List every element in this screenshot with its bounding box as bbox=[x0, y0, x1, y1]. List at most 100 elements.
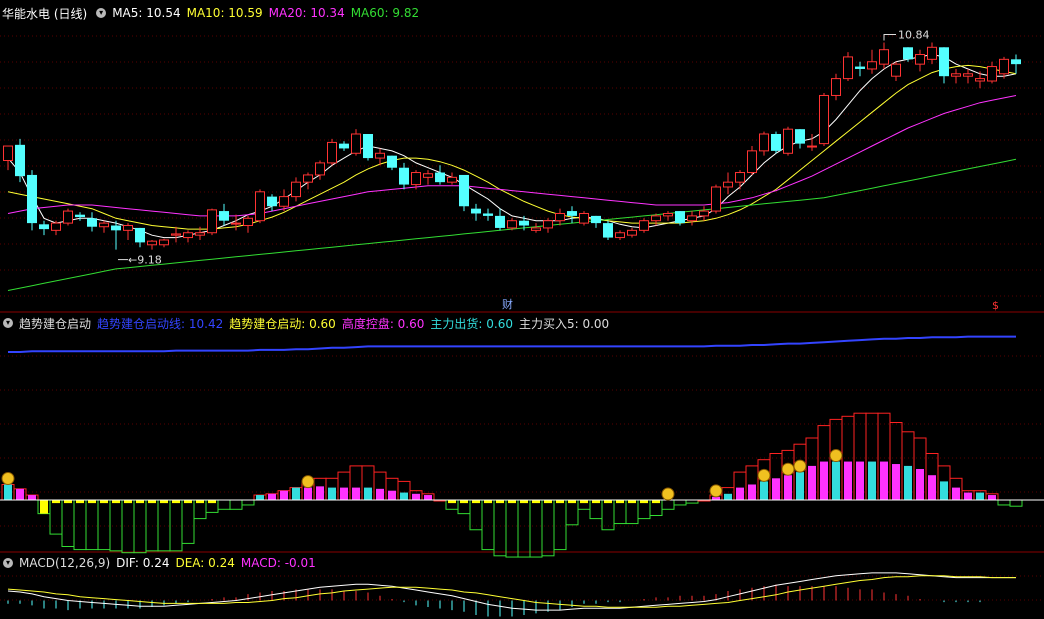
indicator-bar-down bbox=[109, 499, 123, 552]
money-bag-icon bbox=[793, 459, 807, 473]
candle-up bbox=[351, 133, 361, 154]
candle-up bbox=[207, 209, 217, 234]
candle-up bbox=[375, 152, 385, 159]
money-bag-icon bbox=[781, 462, 795, 476]
indicator-bar-down bbox=[553, 499, 567, 551]
indicator-bar-down bbox=[1009, 499, 1023, 507]
candle-up bbox=[579, 212, 589, 224]
candle-up bbox=[327, 141, 337, 164]
candle-up bbox=[159, 239, 169, 246]
candle-up bbox=[555, 212, 565, 222]
indicator-bar-down bbox=[157, 499, 171, 552]
money-bag-icon bbox=[661, 487, 675, 501]
candle-down bbox=[75, 214, 85, 218]
candle-up bbox=[843, 56, 853, 80]
candle-up bbox=[303, 174, 313, 183]
candle-up bbox=[879, 49, 889, 65]
candle-up bbox=[291, 181, 301, 198]
candle-down bbox=[903, 47, 913, 60]
candle-up bbox=[531, 227, 541, 231]
indicator-bar-down bbox=[493, 499, 507, 557]
indicator-fill-up bbox=[352, 487, 360, 500]
candle-up bbox=[147, 240, 157, 246]
indicator-fill-up bbox=[424, 495, 432, 500]
indicator-fill-up bbox=[304, 487, 312, 500]
candle-down bbox=[387, 155, 397, 168]
candle-up bbox=[663, 212, 673, 217]
indicator-fill-up bbox=[904, 465, 912, 500]
indicator-bar-down bbox=[85, 499, 99, 551]
candle-down bbox=[495, 215, 505, 228]
candle-down bbox=[471, 208, 481, 214]
candle-up bbox=[543, 220, 553, 229]
candle-up bbox=[723, 181, 733, 188]
high-price-label: 10.84 bbox=[898, 28, 930, 41]
candle-down bbox=[459, 174, 469, 207]
candle-down bbox=[855, 66, 865, 69]
indicator-fill-up bbox=[856, 461, 864, 500]
indicator-fill-down bbox=[40, 500, 48, 514]
candle-up bbox=[99, 222, 109, 228]
candle-up bbox=[627, 229, 637, 236]
indicator-bar-down bbox=[145, 499, 159, 552]
money-bag-icon bbox=[301, 475, 315, 489]
indicator-fill-up bbox=[292, 487, 300, 500]
indicator-bar-down bbox=[217, 499, 231, 510]
indicator-fill-up bbox=[808, 465, 816, 500]
indicator-bar-down bbox=[169, 499, 183, 552]
indicator-fill-up bbox=[976, 492, 984, 500]
candle-up bbox=[183, 232, 193, 239]
candle-up bbox=[999, 58, 1009, 75]
candle-up bbox=[3, 145, 13, 161]
indicator-bar-down bbox=[997, 499, 1011, 506]
indicator-fill-up bbox=[892, 464, 900, 500]
candle-up bbox=[123, 225, 133, 231]
candle-down bbox=[603, 223, 613, 238]
indicator-bar-down bbox=[61, 499, 75, 547]
candle-up bbox=[759, 133, 769, 152]
money-bag-icon bbox=[1, 472, 15, 485]
dividend-event-marker: $ bbox=[992, 299, 999, 312]
candle-down bbox=[339, 143, 349, 149]
indicator-fill-up bbox=[916, 469, 924, 500]
indicator-bar-down bbox=[529, 499, 543, 558]
candle-up bbox=[951, 73, 961, 77]
indicator-fill-up bbox=[724, 493, 732, 500]
candle-down bbox=[27, 174, 37, 224]
indicator-bar-down bbox=[673, 499, 687, 506]
money-bag-icon bbox=[829, 449, 843, 463]
indicator-bar-down bbox=[541, 499, 555, 557]
indicator-fill-up bbox=[964, 492, 972, 500]
low-price-label: ←9.18 bbox=[128, 254, 162, 267]
indicator-fill-up bbox=[400, 492, 408, 500]
indicator-fill-up bbox=[796, 472, 804, 500]
candle-down bbox=[219, 211, 229, 221]
candle-up bbox=[507, 220, 517, 229]
indicator-bar-down bbox=[49, 499, 63, 535]
indicator-fill-up bbox=[268, 493, 276, 500]
indicator-fill-up bbox=[340, 487, 348, 500]
candle-up bbox=[867, 61, 877, 70]
ma-line-ma10 bbox=[7, 64, 1017, 230]
candle-down bbox=[135, 227, 145, 243]
candle-up bbox=[747, 150, 757, 174]
candle-up bbox=[423, 173, 433, 178]
indicator-fill-up bbox=[784, 475, 792, 500]
candle-down bbox=[567, 211, 577, 216]
chart-canvas[interactable]: 10.84 ←9.18 财 $ bbox=[0, 0, 1044, 619]
candle-down bbox=[1011, 59, 1021, 65]
indicator-fill-up bbox=[772, 478, 780, 500]
money-bag-icon bbox=[757, 468, 771, 482]
indicator-fill-up bbox=[388, 490, 396, 500]
indicator-bar-down bbox=[97, 499, 111, 551]
candle-down bbox=[39, 224, 49, 230]
candle-up bbox=[651, 215, 661, 222]
candle-up bbox=[975, 78, 985, 82]
indicator-bar-down bbox=[241, 499, 255, 506]
indicator-fill-up bbox=[736, 487, 744, 500]
candle-down bbox=[399, 167, 409, 185]
ma-line-ma5 bbox=[7, 53, 1017, 239]
indicator-bar-down bbox=[625, 499, 639, 525]
candle-up bbox=[411, 172, 421, 186]
candle-down bbox=[771, 133, 781, 151]
